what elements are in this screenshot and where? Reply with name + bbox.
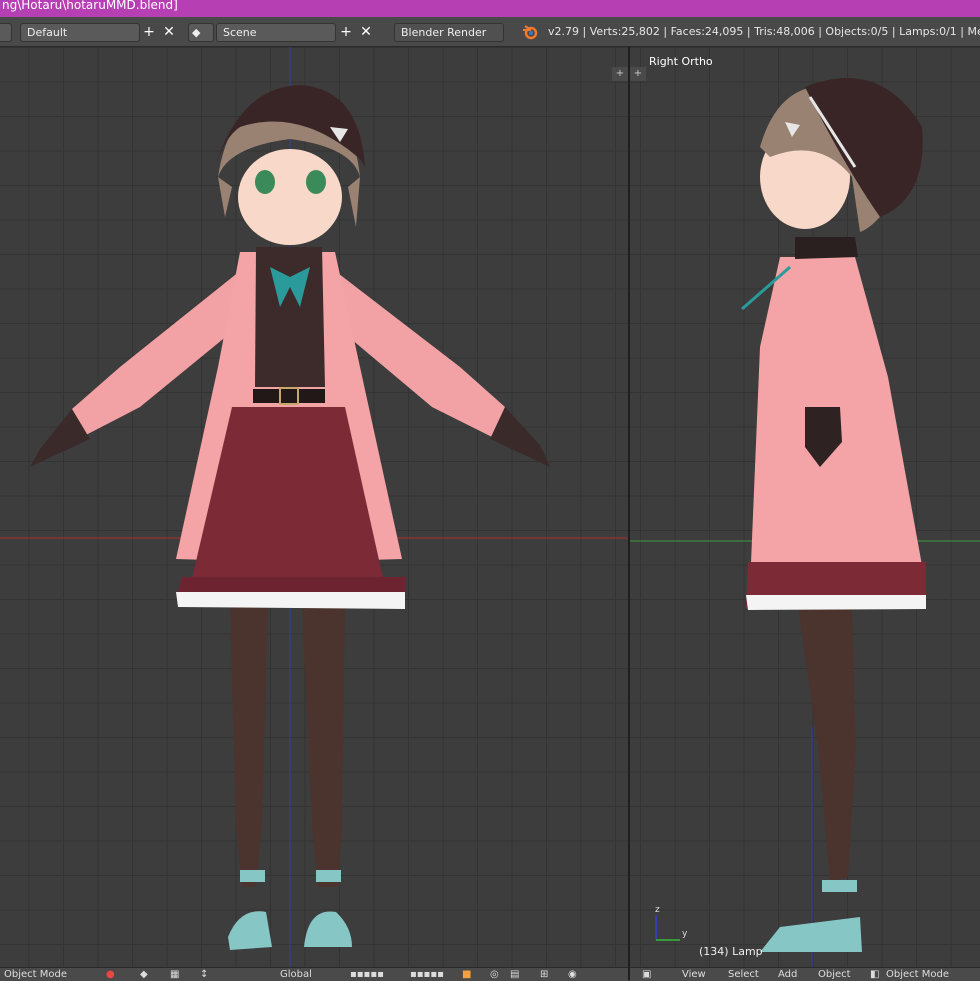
blender-logo-icon xyxy=(523,25,538,40)
menu-view[interactable]: View xyxy=(682,969,706,980)
front-view-canvas xyxy=(0,47,628,967)
active-object-label: (134) Lamp xyxy=(699,945,763,958)
graph-icon[interactable]: ▤ xyxy=(510,969,519,980)
menu-select[interactable]: Select xyxy=(728,969,759,980)
window-title-bar: ng\Hotaru\hotaruMMD.blend] xyxy=(0,0,980,17)
object-mode-icon: ◧ xyxy=(870,969,880,980)
add-scene-icon[interactable]: + xyxy=(337,23,355,42)
3d-viewport-front[interactable]: + xyxy=(0,47,628,967)
screen-layout-selector[interactable]: Default xyxy=(20,23,140,42)
lock-layer-icon[interactable]: ■ xyxy=(462,969,471,980)
layers-icon-2[interactable]: ▪▪▪▪▪ xyxy=(410,969,444,980)
menu-object[interactable]: Object xyxy=(818,969,851,980)
scene-statistics: v2.79 | Verts:25,802 | Faces:24,095 | Tr… xyxy=(548,25,980,38)
menu-add[interactable]: Add xyxy=(778,969,797,980)
add-screen-icon[interactable]: + xyxy=(140,23,158,42)
gizmo-z-label: z xyxy=(655,905,660,915)
orientation-select[interactable]: Global xyxy=(280,969,312,980)
remove-screen-icon[interactable]: ✕ xyxy=(160,23,178,42)
proportional-edit-icon[interactable]: ◎ xyxy=(490,969,499,980)
viewport-shading-icon[interactable]: ● xyxy=(106,969,115,980)
viewport-header-left: Object Mode ● ◆ ▦ ↕ Global ▪▪▪▪▪ ▪▪▪▪▪ ■… xyxy=(0,967,628,981)
snap-grid-icon[interactable]: ▦ xyxy=(170,969,179,980)
render-engine-label: Blender Render xyxy=(401,26,487,39)
remove-scene-icon[interactable]: ✕ xyxy=(357,23,375,42)
axis-gizmo xyxy=(655,915,680,941)
render-engine-select[interactable]: Blender Render xyxy=(394,23,504,42)
region-toggle-icon[interactable]: + xyxy=(612,67,628,81)
file-path: ng\Hotaru\hotaruMMD.blend] xyxy=(2,0,178,12)
layers-icon[interactable]: ▪▪▪▪▪ xyxy=(350,969,384,980)
snap-icon[interactable]: ⊞ xyxy=(540,969,548,980)
3d-viewport-right[interactable]: + Right Ortho z y (134) Lamp xyxy=(630,47,980,967)
mode-select-right[interactable]: Object Mode xyxy=(886,969,949,980)
side-view-canvas xyxy=(630,78,980,967)
scene-icon[interactable]: ◆ xyxy=(188,23,214,42)
mode-select-left[interactable]: Object Mode xyxy=(4,969,67,980)
editor-type-icon[interactable] xyxy=(0,23,12,42)
editor-type-icon-right[interactable]: ▣ xyxy=(642,969,651,980)
gizmo-y-label: y xyxy=(682,929,688,939)
pivot-icon[interactable]: ◆ xyxy=(140,969,148,980)
viewport-header-right: ▣ View Select Add Object ◧ Object Mode xyxy=(630,967,980,981)
character-side[interactable] xyxy=(741,78,926,952)
screen-layout-name: Default xyxy=(27,26,68,39)
info-header: Default + ✕ ◆ Scene + ✕ Blender Render v… xyxy=(0,17,980,47)
scene-name: Scene xyxy=(223,26,257,39)
scene-selector[interactable]: Scene xyxy=(216,23,336,42)
render-icon[interactable]: ◉ xyxy=(568,969,577,980)
manipulator-icon[interactable]: ↕ xyxy=(200,969,208,980)
